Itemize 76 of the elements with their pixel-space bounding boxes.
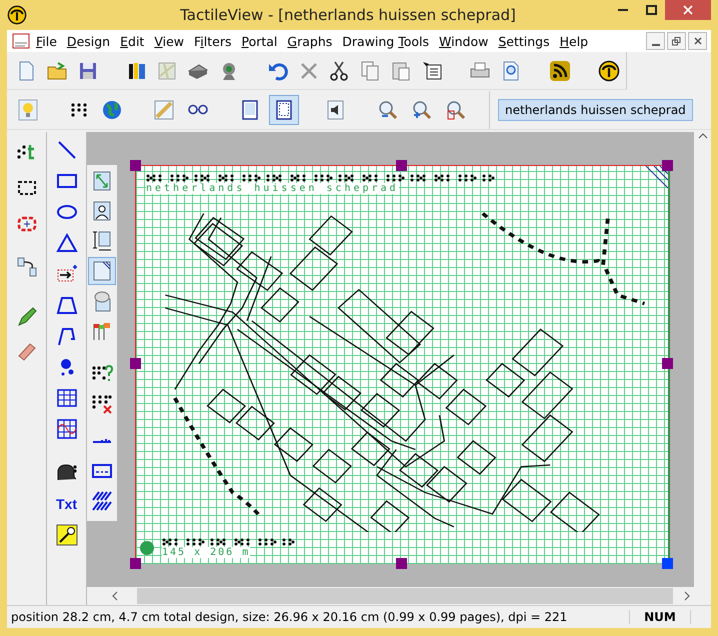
resize-handle[interactable]	[396, 558, 407, 569]
tool-button[interactable]	[269, 94, 299, 124]
wave-line-icon	[91, 438, 113, 444]
person-page-icon	[91, 200, 113, 222]
minimize-button[interactable]	[646, 32, 665, 50]
ruler-icon	[153, 98, 175, 120]
canvas-title-text: netherlands huissen scheprad	[146, 183, 399, 194]
app-logo-icon	[7, 5, 27, 25]
menu-item[interactable]: Graphs	[282, 34, 338, 48]
resize-handle[interactable]	[396, 160, 407, 171]
page-dimensions-icon	[91, 230, 113, 252]
resize-handle[interactable]	[130, 160, 141, 171]
design-title-field[interactable]: netherlands huissen scheprad	[498, 98, 693, 120]
map-icon	[156, 60, 178, 82]
restore-button[interactable]	[667, 32, 686, 50]
menu-item[interactable]: Help	[554, 34, 594, 48]
zoom-out-icon	[377, 98, 399, 120]
zoom-page-icon	[445, 98, 467, 120]
glasses-icon	[187, 104, 209, 115]
scroll-right-icon[interactable]	[683, 591, 691, 601]
menu-item[interactable]: Portal	[236, 34, 282, 48]
folder-icon	[46, 60, 68, 82]
scissors-icon	[328, 60, 350, 82]
triangle-icon	[56, 232, 78, 254]
close-button[interactable]	[688, 32, 707, 50]
pencil-icon	[16, 306, 38, 328]
graph-icon	[56, 418, 78, 440]
scale-text: 145 x 206 m	[162, 547, 250, 558]
menu-item[interactable]: View	[149, 34, 189, 48]
polyline-icon	[56, 325, 78, 347]
horizontal-scrollbar[interactable]	[137, 588, 673, 604]
restore-icon	[672, 36, 681, 46]
microphone-icon	[56, 524, 78, 546]
table-icon	[56, 387, 78, 409]
linked-pages-icon	[16, 256, 38, 278]
resize-handle[interactable]	[662, 358, 673, 369]
select-list-icon	[420, 60, 443, 82]
hatch-fill-icon	[91, 490, 113, 512]
minimize-icon	[652, 44, 660, 46]
resize-page-icon	[91, 170, 113, 192]
menu-item[interactable]: Filters	[189, 34, 236, 48]
globe-icon	[101, 98, 123, 120]
menu-item[interactable]: Settings	[493, 34, 555, 48]
trapezoid-icon	[56, 294, 78, 316]
close-icon	[694, 37, 702, 45]
maximize-icon	[646, 5, 656, 15]
paste-icon	[390, 60, 412, 82]
status-message: position 28.2 cm, 4.7 cm total design, size: 26.96 x 20.16 cm (0.99 x 0.99 pages), dpi = 221	[10, 610, 568, 624]
start-dot-icon	[140, 541, 154, 555]
braille-question-icon	[91, 362, 113, 384]
resize-handle[interactable]	[130, 358, 141, 369]
menu-item[interactable]: Drawing Tools	[337, 34, 434, 48]
corner-hatch-icon	[644, 166, 668, 190]
resize-handle[interactable]	[130, 558, 141, 569]
menu-item[interactable]: Design	[62, 34, 116, 48]
lightbulb-icon	[17, 98, 39, 120]
flags-icon	[91, 320, 113, 342]
close-button[interactable]	[665, 0, 711, 20]
zoom-in-icon	[411, 98, 433, 120]
rss-icon	[548, 60, 571, 82]
logo-icon	[598, 60, 620, 82]
hatched-page-icon	[91, 260, 113, 282]
menu-item[interactable]: File	[31, 34, 62, 48]
text-tool-button[interactable]: Txt	[52, 490, 80, 518]
scroll-left-icon[interactable]	[111, 591, 119, 601]
window-title: TactileView - [netherlands huissen scheprad]	[179, 6, 517, 24]
scroll-up-icon[interactable]	[698, 132, 708, 140]
menu-item[interactable]: Edit	[115, 34, 150, 48]
minimize-icon	[618, 9, 628, 11]
copy-icon	[359, 60, 382, 82]
num-lock-indicator: NUM	[629, 610, 691, 624]
menu-item[interactable]: Window	[434, 34, 494, 48]
resize-handle[interactable]	[662, 160, 673, 171]
line-icon	[56, 139, 78, 161]
resize-handle[interactable]	[662, 558, 673, 569]
close-icon	[683, 5, 693, 15]
